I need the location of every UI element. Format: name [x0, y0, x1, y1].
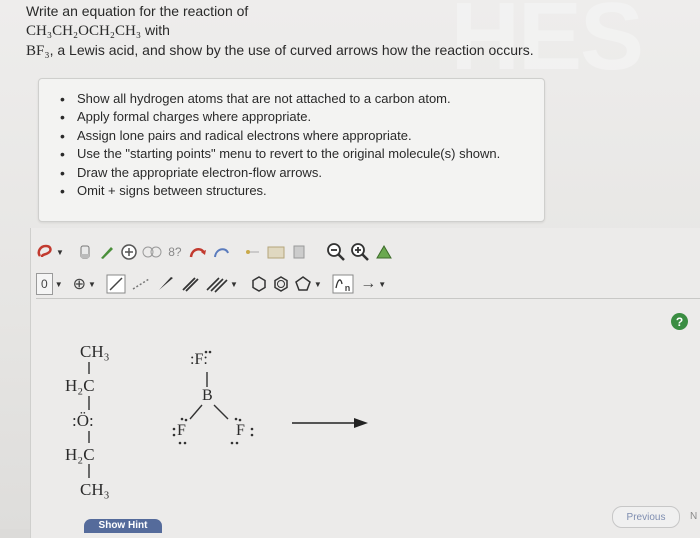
instructions-box: Show all hydrogen atoms that are not att…	[38, 78, 545, 222]
atom-label-icon[interactable]: 8?	[166, 241, 184, 263]
ring-pentagon-icon[interactable]: ▼	[294, 273, 322, 295]
atom-ch2-1: H₂C	[65, 376, 95, 395]
half-arrow-icon[interactable]	[212, 241, 232, 263]
add-charge-icon[interactable]: ⊕ ▼	[73, 273, 96, 295]
ether-formula: CH₃CH₂OCH₂CH₃	[26, 23, 142, 39]
instructions-list: Show all hydrogen atoms that are not att…	[39, 79, 544, 201]
atom-f-right: F	[236, 422, 245, 439]
question-line-2: CH₃CH₂OCH₂CH₃ with	[26, 22, 170, 40]
reaction-arrow[interactable]	[290, 415, 374, 431]
atom-boron: B	[202, 387, 213, 404]
add-symbol: ⊕	[72, 276, 87, 293]
next-button-partial[interactable]: N	[690, 511, 697, 522]
marvin-logo-icon[interactable]	[374, 241, 394, 263]
template-icon[interactable]	[266, 241, 286, 263]
atom-ch3-bottom: CH₃	[80, 480, 110, 499]
instruction-item: Omit + signs between structures.	[60, 182, 544, 201]
charge-value: 0	[36, 273, 53, 295]
question-line-3: BF₃, a Lewis acid, and show by the use o…	[26, 42, 534, 60]
instruction-item: Draw the appropriate electron-flow arrow…	[60, 164, 544, 183]
help-button[interactable]: ?	[671, 313, 688, 330]
double-bond-icon[interactable]	[180, 273, 200, 295]
bf3-molecule[interactable]: :F: B F F	[160, 345, 270, 455]
zoom-out-icon[interactable]	[326, 241, 346, 263]
bond-tools-icon[interactable]	[244, 241, 262, 263]
charge-selector[interactable]: 0 ▼	[36, 273, 63, 295]
atom-oxygen: :Ö:	[72, 411, 94, 430]
arrow-symbol: →	[360, 275, 377, 292]
instruction-item: Show all hydrogen atoms that are not att…	[60, 90, 544, 109]
wedge-bond-icon[interactable]	[156, 273, 176, 295]
question-line-2-text: with	[141, 22, 170, 38]
previous-label: Previous	[626, 511, 666, 523]
eraser-icon[interactable]	[76, 241, 94, 263]
chain-label: n	[344, 283, 351, 293]
canvas-border	[36, 298, 700, 299]
atom-ch2-2: H₂C	[65, 445, 95, 464]
curved-arrow-icon[interactable]	[188, 241, 208, 263]
atom-f-left: F	[177, 422, 186, 439]
instruction-item: Use the "starting points" menu to revert…	[60, 145, 544, 164]
zoom-fit-icon[interactable]	[350, 241, 370, 263]
ether-molecule[interactable]: CH₃ H₂C :Ö: H₂C CH₃	[60, 340, 140, 510]
show-hint-button[interactable]: Show Hint	[84, 519, 162, 533]
pen-icon[interactable]	[98, 241, 116, 263]
question-line-3-text: , a Lewis acid, and show by the use of c…	[49, 42, 534, 58]
toolbar-row-2: 0 ▼ ⊕ ▼ ▼ ▼ n → ▼	[36, 272, 390, 296]
bf3-formula: BF₃	[26, 43, 50, 59]
cleanup-icon[interactable]	[290, 241, 308, 263]
ring-hexagon-icon[interactable]	[250, 273, 268, 295]
question-line-1: Write an equation for the reaction of	[26, 3, 249, 19]
ring-benzene-icon[interactable]	[272, 273, 290, 295]
zoom-in-icon[interactable]	[120, 241, 138, 263]
triple-bond-icon[interactable]: ▼	[204, 273, 238, 295]
instruction-item: Assign lone pairs and radical electrons …	[60, 127, 544, 146]
previous-button[interactable]: Previous	[612, 506, 680, 528]
reaction-arrow-icon[interactable]: → ▼	[360, 273, 386, 295]
single-bond-icon[interactable]	[106, 273, 126, 295]
page: HES Write an equation for the reaction o…	[0, 0, 700, 538]
hashed-bond-icon[interactable]	[130, 273, 152, 295]
chain-tool-icon[interactable]: n	[332, 273, 354, 295]
group-icon[interactable]	[142, 241, 162, 263]
toolbar-row-1: ▼ 8?	[36, 240, 398, 264]
instruction-item: Apply formal charges where appropriate.	[60, 108, 544, 127]
lasso-tool-icon[interactable]: ▼	[36, 241, 64, 263]
